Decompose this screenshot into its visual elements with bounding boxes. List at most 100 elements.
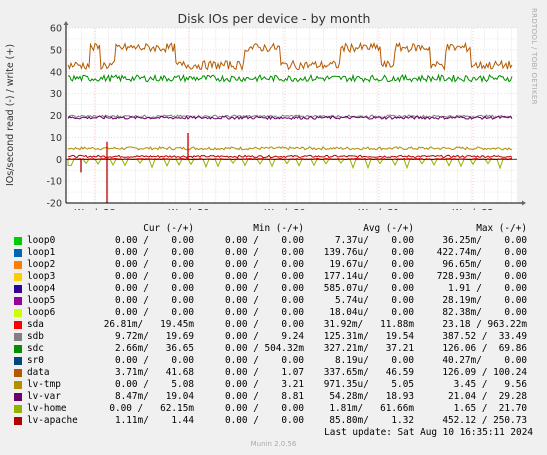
legend-swatch — [14, 405, 22, 413]
legend-row-lv-home: lv-home 0.00 / 62.15m 0.00 / 0.00 1.81m/ 61… — [14, 403, 534, 415]
legend-value-avg: 139.76u/ 0.00 — [323, 247, 414, 258]
legend-value-max: 126.09 / 100.24 — [442, 367, 527, 378]
x-tick-label: Week 31 — [358, 208, 399, 210]
legend-value-cur: 0.00 / 0.00 — [114, 283, 194, 294]
legend-header: Avg (-/+) — [363, 223, 414, 234]
legend-row-sdc: sdc 2.66m/ 36.65 0.00 / 504.32m 327.21m/ 37… — [14, 343, 534, 355]
legend-swatch — [14, 285, 22, 293]
legend-value-cur: 0.00 / 0.00 — [114, 307, 194, 318]
legend-value-max: 82.38m/ 0.00 — [442, 307, 527, 318]
legend-row-loop0: loop0 0.00 / 0.00 0.00 / 0.00 7.37u/ 0.00 36… — [14, 235, 534, 247]
legend-value-min: 0.00 / 0.00 — [224, 355, 304, 366]
legend-value-min: 0.00 / 0.00 — [224, 295, 304, 306]
legend-series-name: loop0 — [27, 235, 56, 246]
legend-value-max: 36.25m/ 0.00 — [442, 235, 527, 246]
legend-value-cur: 0.00 / 62.15m — [109, 403, 194, 414]
x-tick-label: Week 30 — [264, 208, 305, 210]
legend-row-sda: sda 26.81m/ 19.45m 0.00 / 0.00 31.92m/ 11.8… — [14, 319, 534, 331]
legend-value-min: 0.00 / 0.00 — [224, 307, 304, 318]
legend-series-name: data — [27, 367, 50, 378]
y-axis-arrow-icon — [63, 21, 69, 25]
legend-value-cur: 0.00 / 0.00 — [114, 259, 194, 270]
legend-swatch — [14, 345, 22, 353]
legend-value-min: 0.00 / 8.81 — [224, 391, 304, 402]
legend-value-max: 96.65m/ 0.00 — [442, 259, 527, 270]
legend-value-cur: 3.71m/ 41.68 — [114, 367, 194, 378]
legend-swatch — [14, 393, 22, 401]
legend-value-cur: 1.11m/ 1.44 — [114, 415, 194, 426]
legend-series-name: sdb — [27, 331, 44, 342]
legend-series-name: sda — [27, 319, 44, 330]
legend-value-avg: 31.92m/ 11.88m — [323, 319, 414, 330]
legend-value-min: 0.00 / 9.24 — [224, 331, 304, 342]
legend-value-avg: 19.67u/ 0.00 — [329, 259, 414, 270]
legend-series-name: sdc — [27, 343, 44, 354]
legend-value-min: 0.00 / 0.00 — [224, 271, 304, 282]
legend-series-name: sr0 — [27, 355, 44, 366]
legend-value-cur: 0.00 / 0.00 — [114, 355, 194, 366]
legend-series-name: lv-tmp — [27, 379, 61, 390]
legend-swatch — [14, 333, 22, 341]
legend-value-avg: 8.19u/ 0.00 — [334, 355, 414, 366]
legend-header: Min (-/+) — [253, 223, 304, 234]
legend-value-min: 0.00 / 0.00 — [224, 283, 304, 294]
legend-value-min: 0.00 / 0.00 — [224, 247, 304, 258]
x-axis-arrow-icon — [522, 200, 526, 206]
legend-header: Cur (-/+) — [143, 223, 194, 234]
legend-series-name: lv-var — [27, 391, 61, 402]
y-tick-label: 0 — [56, 155, 62, 166]
legend-row-loop3: loop3 0.00 / 0.00 0.00 / 0.00 177.14u/ 0.00… — [14, 271, 534, 283]
y-tick-label: 50 — [50, 45, 62, 56]
legend-value-min: 0.00 / 0.00 — [224, 235, 304, 246]
legend-swatch — [14, 249, 22, 257]
legend-series-name: loop5 — [27, 295, 56, 306]
legend-value-max: 40.27m/ 0.00 — [442, 355, 527, 366]
legend-swatch — [14, 273, 22, 281]
footer-version: Munin 2.0.56 — [250, 440, 297, 448]
legend-value-avg: 327.21m/ 37.21 — [323, 343, 414, 354]
legend-value-cur: 0.00 / 0.00 — [114, 247, 194, 258]
legend-header: Max (-/+) — [476, 223, 527, 234]
legend-value-cur: 0.00 / 5.08 — [114, 379, 194, 390]
legend-value-avg: 7.37u/ 0.00 — [334, 235, 414, 246]
legend-row-loop6: loop6 0.00 / 0.00 0.00 / 0.00 18.04u/ 0.00 8… — [14, 307, 534, 319]
legend-swatch — [14, 321, 22, 329]
chart-title: Disk IOs per device - by month — [178, 11, 371, 26]
legend-value-avg: 971.35u/ 5.05 — [323, 379, 414, 390]
legend-swatch — [14, 237, 22, 245]
legend-series-name: lv-apache — [27, 415, 78, 426]
legend-value-min: 0.00 / 3.21 — [224, 379, 304, 390]
legend-swatch — [14, 417, 22, 425]
legend-row-lv-apache: lv-apache 1.11m/ 1.44 0.00 / 0.00 85.80m/ 1… — [14, 415, 534, 427]
legend-value-max: 728.93m/ 0.00 — [436, 271, 527, 282]
legend-value-max: 126.06 / 69.86 — [442, 343, 527, 354]
legend-series-name: loop3 — [27, 271, 56, 282]
legend-row-sdb: sdb 9.72m/ 19.69 0.00 / 9.24 125.31m/ 19.54… — [14, 331, 534, 343]
legend-value-cur: 9.72m/ 19.69 — [114, 331, 194, 342]
side-credit: RRDTOOL / TOBI OETIKER — [530, 8, 538, 105]
last-update: Last update: Sat Aug 10 16:35:11 2024 — [324, 427, 533, 438]
legend-value-min: 0.00 / 504.32m — [224, 343, 304, 354]
legend-row-loop5: loop5 0.00 / 0.00 0.00 / 0.00 5.74u/ 0.00 28… — [14, 295, 534, 307]
x-tick-label: Week 28 — [74, 208, 115, 210]
legend-value-max: 3.45 / 9.56 — [453, 379, 527, 390]
legend-row-loop1: loop1 0.00 / 0.00 0.00 / 0.00 139.76u/ 0.00… — [14, 247, 534, 259]
legend-value-max: 28.19m/ 0.00 — [442, 295, 527, 306]
legend-value-avg: 125.31m/ 19.54 — [323, 331, 414, 342]
y-tick-label: -20 — [46, 199, 62, 210]
y-tick-label: 40 — [50, 67, 62, 78]
legend-value-cur: 0.00 / 0.00 — [114, 235, 194, 246]
y-tick-label: 20 — [50, 111, 62, 122]
y-tick-label: 30 — [50, 89, 62, 100]
y-tick-label: 60 — [50, 24, 62, 35]
legend-value-avg: 177.14u/ 0.00 — [323, 271, 414, 282]
legend-series-name: loop6 — [27, 307, 56, 318]
legend-value-cur: 0.00 / 0.00 — [114, 271, 194, 282]
legend-value-cur: 26.81m/ 19.45m — [103, 319, 194, 330]
legend-value-max: 1.91 / 0.00 — [447, 283, 527, 294]
y-tick-label: -10 — [46, 177, 62, 188]
legend-swatch — [14, 369, 22, 377]
legend-value-avg: 18.04u/ 0.00 — [329, 307, 414, 318]
legend-row-lv-tmp: lv-tmp 0.00 / 5.08 0.00 / 3.21 971.35u/ 5.0… — [14, 379, 534, 391]
legend-row-data: data 3.71m/ 41.68 0.00 / 1.07 337.65m/ 46.5… — [14, 367, 534, 379]
